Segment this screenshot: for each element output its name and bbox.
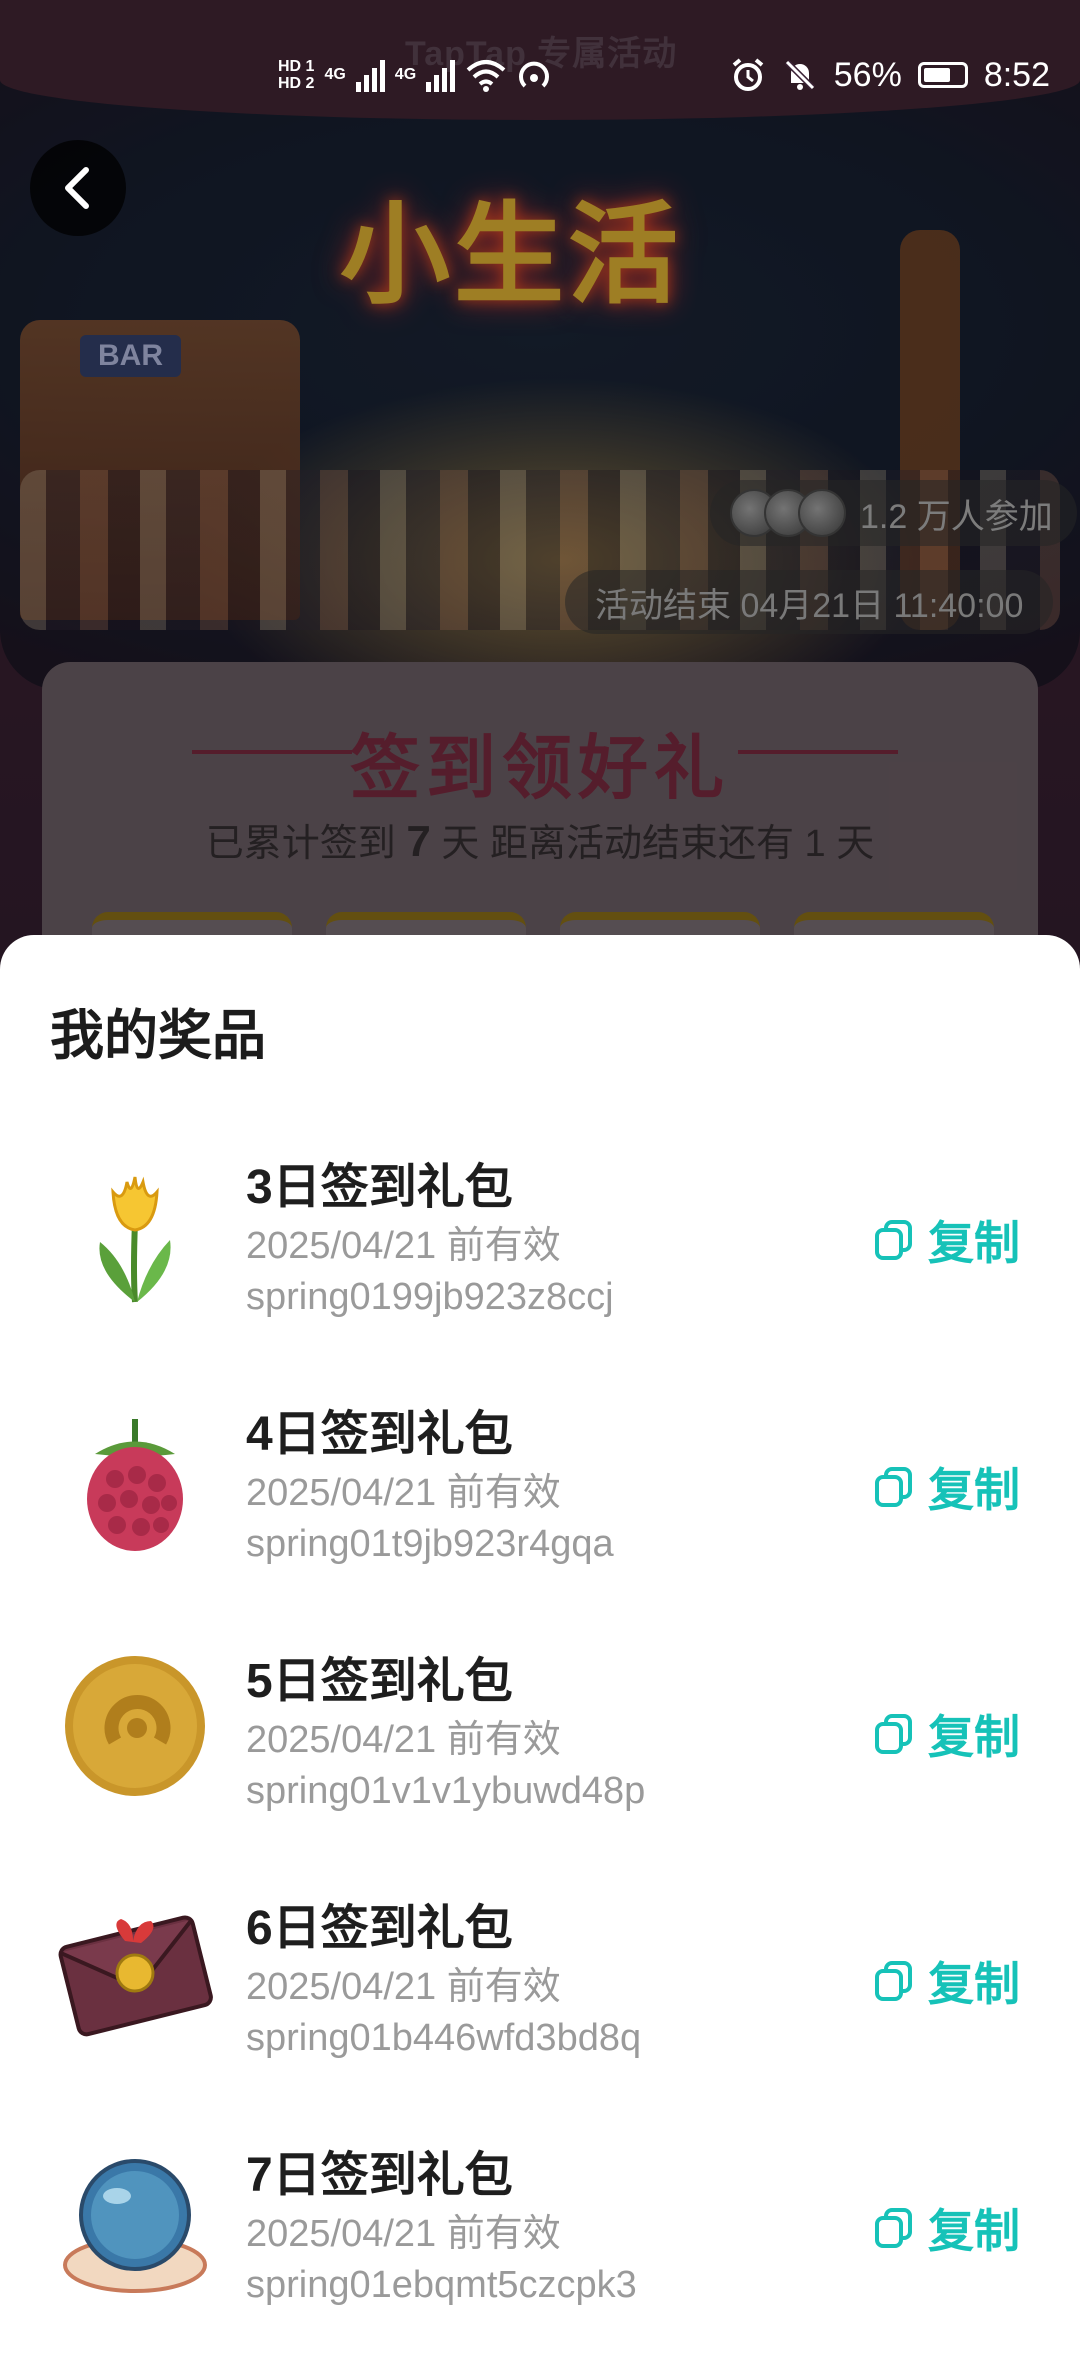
prize-name: 5日签到礼包 [246, 1655, 513, 1708]
prize-item: 5日签到礼包 2025/04/21 前有效 spring01v1v1ybuwd4… [0, 1626, 1080, 1874]
prize-validity: 2025/04/21 前有效 [246, 1472, 561, 1514]
hotspot-icon [519, 61, 550, 88]
status-right: 56% 8:52 [730, 40, 1050, 110]
prize-name: 3日签到礼包 [246, 1161, 513, 1214]
raspberry-icon [87, 1419, 183, 1551]
prize-validity: 2025/04/21 前有效 [246, 1225, 561, 1267]
network-type: 4G [324, 66, 346, 83]
battery-icon [917, 62, 968, 88]
prize-name: 7日签到礼包 [246, 2149, 513, 2202]
copy-button[interactable]: 复制 [872, 1701, 1020, 1767]
status-bar: HD 1 HD 2 4G 4G 56% 8:52 [0, 40, 1080, 110]
copy-label: 复制 [928, 1464, 1020, 1516]
copy-icon [875, 1714, 912, 1754]
prize-code[interactable]: spring01ebqmt5czcpk3 [246, 2264, 637, 2307]
alarm-icon [732, 58, 764, 91]
prize-item: 7日签到礼包 2025/04/21 前有效 spring01ebqmt5czcp… [0, 2120, 1080, 2368]
copy-label: 复制 [928, 1711, 1020, 1763]
battery-percent: 56% [833, 55, 902, 94]
copy-button[interactable]: 复制 [872, 1207, 1020, 1273]
signal-icon [355, 58, 385, 92]
copy-button[interactable]: 复制 [872, 1948, 1020, 2014]
copy-label: 复制 [928, 1217, 1020, 1269]
clock: 8:52 [983, 55, 1050, 94]
prize-code[interactable]: spring0199jb923z8ccj [246, 1276, 614, 1319]
prize-code[interactable]: spring01t9jb923r4gqa [246, 1523, 614, 1566]
copy-label: 复制 [928, 2205, 1020, 2257]
prize-validity: 2025/04/21 前有效 [246, 2213, 561, 2255]
copy-button[interactable]: 复制 [872, 1454, 1020, 1520]
network-type-2: 4G [394, 66, 417, 83]
copy-icon [875, 1467, 912, 1507]
hd2-label: HD 2 [278, 75, 315, 92]
chevron-left-icon [65, 167, 89, 209]
hd-indicator: HD 1 HD 2 [278, 58, 314, 92]
prize-code[interactable]: spring01v1v1ybuwd48p [246, 1770, 645, 1813]
status-left: HD 1 HD 2 4G 4G [278, 40, 555, 110]
crystal-ball-icon [63, 2159, 207, 2293]
mute-bell-icon [784, 59, 815, 91]
prize-validity: 2025/04/21 前有效 [246, 1966, 561, 2008]
prize-item: 3日签到礼包 2025/04/21 前有效 spring0199jb923z8c… [0, 1132, 1080, 1380]
prize-item: 6日签到礼包 2025/04/21 前有效 spring01b446wfd3bd… [0, 1873, 1080, 2121]
prize-name: 6日签到礼包 [246, 1902, 513, 1955]
prize-item: 4日签到礼包 2025/04/21 前有效 spring01t9jb923r4g… [0, 1379, 1080, 1627]
hd1-label: HD 1 [278, 58, 315, 75]
prize-name: 4日签到礼包 [246, 1408, 513, 1461]
copy-icon [875, 1220, 912, 1260]
copy-icon [875, 2208, 912, 2248]
envelope-icon [58, 1915, 213, 2037]
copy-icon [875, 1961, 912, 2001]
prize-validity: 2025/04/21 前有效 [246, 1719, 561, 1761]
copy-label: 复制 [928, 1958, 1020, 2010]
wifi-icon [466, 60, 506, 92]
tulip-icon [99, 1176, 171, 1303]
gold-coin-icon [65, 1656, 205, 1796]
copy-button[interactable]: 复制 [872, 2195, 1020, 2261]
my-prizes-sheet: 我的奖品 3日签到礼包 2025/04/21 前有效 spring0199jb9… [0, 935, 1080, 2376]
back-button[interactable] [30, 140, 126, 236]
signal-icon-2 [426, 58, 456, 92]
sheet-title: 我的奖品 [50, 1006, 266, 1066]
prize-code[interactable]: spring01b446wfd3bd8q [246, 2017, 641, 2060]
